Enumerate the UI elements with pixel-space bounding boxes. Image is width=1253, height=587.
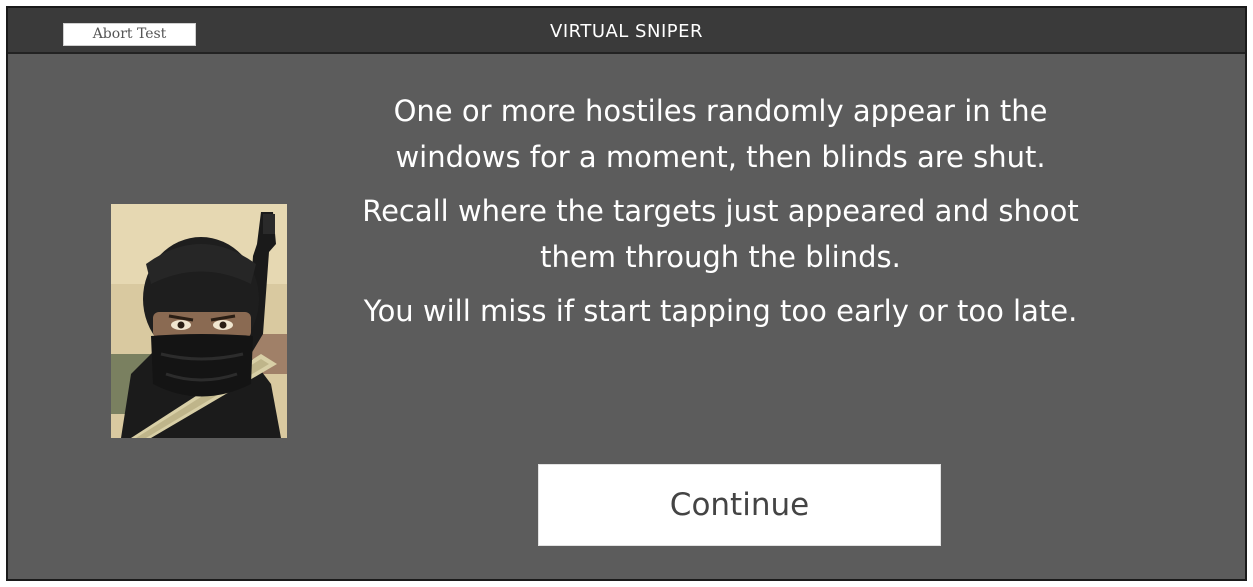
instruction-line-3: You will miss if start tapping too early…: [363, 294, 1078, 328]
game-frame: VIRTUAL SNIPER Abort Test One or more ho…: [6, 6, 1247, 581]
hostile-portrait: [111, 204, 287, 438]
instructions-text: One or more hostiles randomly appear in …: [348, 88, 1093, 342]
instruction-line-2: Recall where the targets just appeared a…: [362, 194, 1079, 274]
masked-hostile-icon: [111, 204, 287, 438]
continue-button[interactable]: Continue: [538, 464, 941, 546]
abort-test-button[interactable]: Abort Test: [63, 23, 196, 46]
instruction-line-1: One or more hostiles randomly appear in …: [393, 94, 1048, 174]
title-bar: VIRTUAL SNIPER Abort Test: [8, 8, 1245, 54]
